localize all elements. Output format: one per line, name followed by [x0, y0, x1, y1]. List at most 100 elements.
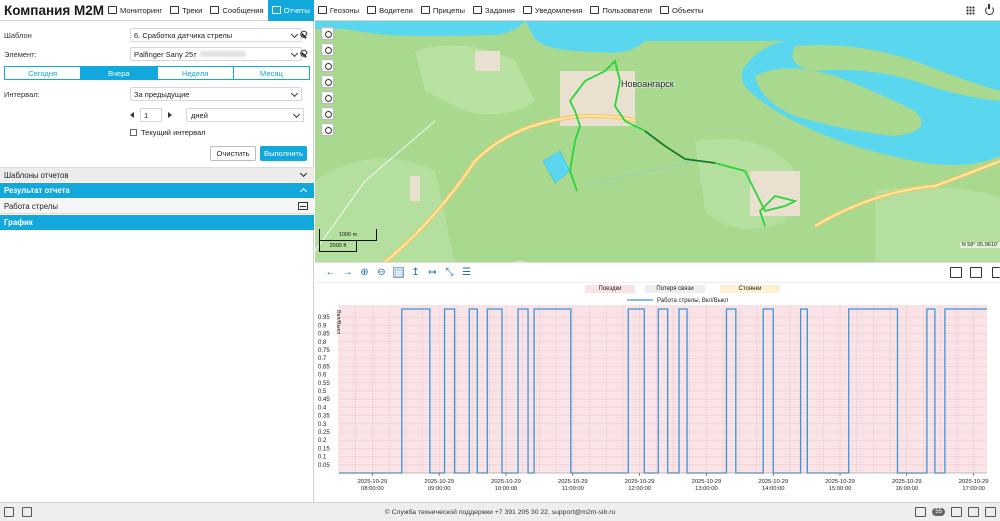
refresh-icon[interactable]: [985, 507, 996, 517]
nav-item-7[interactable]: Задания: [469, 0, 519, 21]
y-tick-label: 0.8: [318, 340, 327, 346]
series-legend-label: Работа стрелы, Вкл/Выкл: [657, 298, 729, 304]
run-button[interactable]: Выполнить: [260, 146, 307, 161]
logout-power-icon[interactable]: [985, 4, 994, 15]
y-tick-label: 0.2: [318, 438, 327, 444]
period-tabs: Сегодня Вчера Неделя Месяц: [4, 66, 310, 80]
map-view[interactable]: Новоангарск 1000 m 2000 ft N 58° 05.9610…: [315, 21, 1000, 262]
map-scale-bar: 1000 m 2000 ft: [319, 229, 377, 253]
y-tick-label: 0.4: [318, 405, 327, 411]
period-tab-2[interactable]: Неделя: [158, 67, 234, 79]
report-panel: Шаблон 6. Сработка датчика стрелы Элемен…: [0, 21, 314, 502]
map-toolbar: [321, 27, 335, 136]
y-tick-label: 0.65: [318, 364, 330, 370]
nav-item-1[interactable]: Треки: [166, 0, 206, 21]
x-tick-date: 2025-10-29: [424, 479, 454, 485]
nav-item-9[interactable]: Пользователи: [586, 0, 656, 21]
objects-icon: [659, 6, 669, 14]
decrement-arrow-icon[interactable]: [130, 112, 134, 118]
sound-icon[interactable]: [951, 507, 962, 517]
y-tick-label: 0.85: [318, 332, 330, 338]
monitor-status-icon[interactable]: [968, 507, 979, 517]
map-search-icon[interactable]: [321, 27, 334, 40]
main-nav: Мониторинг Треки Сообщения Отчеты Геозоны Вод…: [104, 0, 707, 21]
nav-item-10[interactable]: Объекты: [656, 0, 707, 21]
element-select-value: Palfinger Sany 25т: [134, 49, 197, 59]
boom-work-title: Работа стрелы: [4, 201, 58, 211]
x-tick-time: 11:00:00: [562, 486, 584, 492]
redacted-plate: [199, 51, 246, 57]
graph-row[interactable]: График: [0, 215, 314, 230]
top-right-controls: [966, 0, 1000, 21]
y-tick-label: 0.75: [318, 348, 330, 354]
map-vehicle-icon[interactable]: [321, 75, 334, 88]
x-tick-time: 13:00:00: [695, 486, 718, 492]
element-select[interactable]: Palfinger Sany 25т: [130, 47, 302, 61]
nav-item-0[interactable]: Мониторинг: [104, 0, 166, 21]
template-select[interactable]: 6. Сработка датчика стрелы: [130, 28, 302, 42]
map-layers-icon[interactable]: [321, 59, 334, 72]
y-tick-label: 0.6: [318, 373, 327, 379]
nav-item-label: Мониторинг: [120, 5, 163, 15]
interval-select[interactable]: За предыдущие: [130, 87, 302, 101]
y-tick-label: 0.05: [318, 463, 330, 469]
period-tab-0[interactable]: Сегодня: [5, 67, 82, 79]
nav-item-label: Прицепы: [432, 5, 465, 15]
increment-arrow-icon[interactable]: [168, 112, 172, 118]
template-settings-wrench-icon[interactable]: [300, 31, 307, 38]
map-visibility-eye-icon[interactable]: [321, 43, 334, 56]
y-tick-label: 0.7: [318, 356, 327, 362]
clear-button[interactable]: Очистить: [210, 146, 256, 161]
chart-panel: ← → ⊕ ⊖ ⬚ ↥ ↦ ⤡ ☰ Поездки Потеря связи С…: [315, 262, 1000, 502]
boom-chart[interactable]: 0.05 0.1 0.15 0.2 0.25 0.3 0.35 0.4 0.45 0.5 0.55 0…: [315, 263, 1000, 503]
messages-icon[interactable]: [915, 507, 927, 517]
map-expand-chevron-icon[interactable]: [321, 123, 334, 136]
nav-item-4[interactable]: Геозоны: [314, 0, 363, 21]
map-route-icon[interactable]: [321, 91, 334, 104]
boom-work-row[interactable]: Работа стрелы: [0, 199, 314, 214]
y-tick-label: 0.15: [318, 446, 330, 452]
x-tick-time: 14:00:00: [762, 486, 785, 492]
nav-item-label: Задания: [484, 5, 515, 15]
nav-item-3[interactable]: Отчеты: [267, 0, 314, 21]
nav-item-label: Геозоны: [329, 5, 360, 15]
period-tab-3[interactable]: Месяц: [234, 67, 309, 79]
y-tick-label: 0.25: [318, 430, 330, 436]
interval-count-stepper: 1: [130, 108, 172, 122]
current-interval-label: Текущий интервал: [141, 128, 206, 137]
report-templates-title: Шаблоны отчетов: [4, 170, 69, 180]
split-view-icon[interactable]: [4, 507, 14, 517]
interval-unit-select[interactable]: дней: [186, 108, 304, 122]
users-icon: [590, 6, 600, 14]
y-tick-label: 0.5: [318, 389, 327, 395]
nav-item-5[interactable]: Водители: [363, 0, 417, 21]
element-settings-wrench-icon[interactable]: [300, 50, 307, 57]
table-view-icon[interactable]: [298, 202, 308, 210]
chevron-down-icon: [290, 89, 299, 98]
report-templates-section[interactable]: Шаблоны отчетов: [0, 167, 314, 182]
nav-item-2[interactable]: Сообщения: [206, 0, 267, 21]
support-text: © Служба технической поддержки +7 391 20…: [384, 508, 616, 516]
nav-item-6[interactable]: Прицепы: [417, 0, 469, 21]
interval-count-input[interactable]: 1: [140, 108, 162, 122]
y-tick-label: 0.1: [318, 455, 327, 461]
chevron-up-icon: [299, 187, 308, 196]
report-result-section[interactable]: Результат отчета: [0, 183, 314, 198]
brand-logo: Компания M2M: [4, 2, 105, 18]
x-tick-time: 12:00:00: [628, 486, 651, 492]
current-interval-checkbox[interactable]: [130, 129, 137, 136]
y-axis-label: Вкл/Выкл: [335, 310, 341, 334]
chevron-down-icon: [292, 110, 301, 119]
y-tick-label: 0.9: [318, 323, 327, 329]
apps-grid-icon[interactable]: [966, 6, 975, 15]
element-label: Элемент:: [4, 49, 37, 59]
map-measure-icon[interactable]: [321, 107, 334, 120]
x-tick-date: 2025-10-29: [625, 479, 655, 485]
y-tick-label: 0.3: [318, 422, 327, 428]
notifications-count-badge[interactable]: 55: [932, 508, 945, 516]
period-tab-1[interactable]: Вчера: [81, 67, 158, 79]
tasks-icon: [472, 6, 482, 14]
fullscreen-icon[interactable]: [22, 507, 32, 517]
footer: © Служба технической поддержки +7 391 20…: [0, 502, 1000, 521]
nav-item-8[interactable]: Уведомления: [519, 0, 586, 21]
